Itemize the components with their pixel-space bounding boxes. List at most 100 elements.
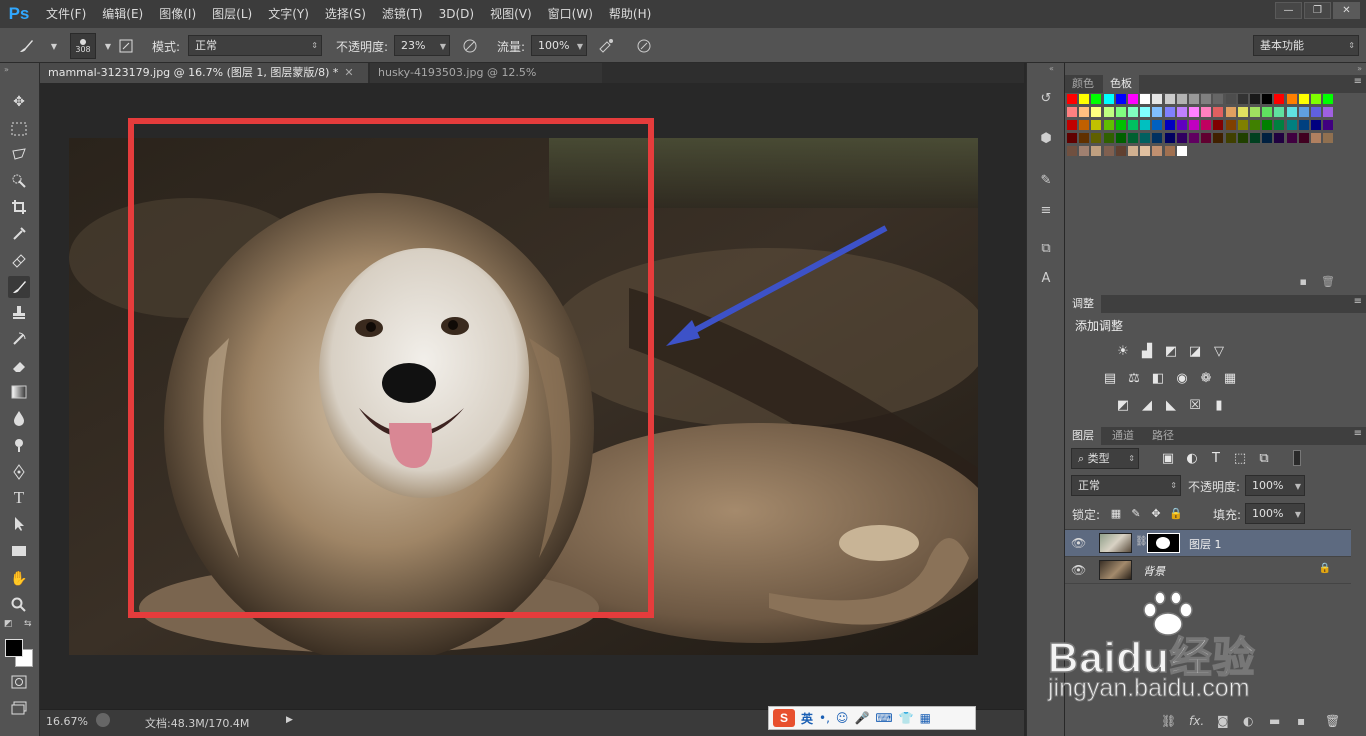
brush-presets-icon[interactable]: ≡ [1036,200,1056,220]
layer-name[interactable]: 图层 1 [1189,536,1222,552]
tab-paths[interactable]: 路径 [1145,427,1181,445]
color-swatch[interactable] [1225,107,1236,117]
color-swatch[interactable] [1323,133,1334,143]
document-info[interactable]: 文档:48.3M/170.4M [145,715,249,731]
filter-type-icon[interactable]: T [1207,450,1225,466]
color-swatch[interactable] [1152,94,1163,104]
share-icon[interactable] [96,713,110,727]
close-button[interactable]: ✕ [1333,2,1360,19]
filter-pixel-icon[interactable]: ▣ [1159,450,1177,466]
color-swatch[interactable] [1176,107,1187,117]
color-swatch[interactable] [1213,107,1224,117]
color-swatch[interactable] [1067,133,1077,143]
color-swatch[interactable] [1176,146,1187,156]
tab-channels[interactable]: 通道 [1105,427,1141,445]
color-swatch[interactable] [1250,107,1260,117]
color-swatch[interactable] [1250,120,1260,130]
color-swatch[interactable] [1237,107,1248,117]
color-swatch[interactable] [1298,94,1309,104]
color-swatch[interactable] [1250,94,1260,104]
microphone-icon[interactable]: 🎤 [854,711,869,725]
color-swatch[interactable] [1164,107,1175,117]
color-swatch[interactable] [1091,107,1102,117]
character-panel-icon[interactable]: A [1036,268,1056,288]
keyboard-icon[interactable]: ⌨ [875,711,892,725]
panel-menu-icon[interactable]: ≡ [1354,76,1362,87]
color-swatch[interactable] [1189,133,1199,143]
color-swatch[interactable] [1250,133,1260,143]
filter-toggle[interactable] [1293,450,1301,466]
color-swatch[interactable] [1201,120,1212,130]
status-menu-arrow-icon[interactable]: ▶ [286,715,293,725]
color-swatch[interactable] [1189,120,1199,130]
new-layer-icon[interactable]: ▪ [1297,714,1305,728]
color-swatch[interactable] [1189,107,1199,117]
ime-mode-label[interactable]: 英 [801,710,813,727]
lock-image-icon[interactable]: ✎ [1127,505,1145,521]
color-swatch[interactable] [1225,133,1236,143]
color-swatch[interactable] [1274,94,1285,104]
color-swatch[interactable] [1128,94,1138,104]
color-swatch[interactable] [1152,107,1163,117]
color-swatch[interactable] [1286,120,1297,130]
photo-filter-icon[interactable]: ◉ [1173,370,1191,386]
link-layers-icon[interactable]: ⛓ [1161,714,1176,728]
color-swatch[interactable] [1176,133,1187,143]
color-swatch[interactable] [1091,94,1102,104]
color-swatch[interactable] [1115,146,1126,156]
color-swatch[interactable] [1298,120,1309,130]
color-swatch[interactable] [1103,94,1114,104]
restore-button[interactable]: ❐ [1304,2,1331,19]
color-swatch[interactable] [1128,107,1138,117]
color-swatch[interactable] [1140,133,1151,143]
black-white-icon[interactable]: ◧ [1149,370,1167,386]
color-swatch[interactable] [1225,94,1236,104]
color-swatch[interactable] [1103,133,1114,143]
brush-panel-icon[interactable]: ✎ [1036,170,1056,190]
color-swatch[interactable] [1103,120,1114,130]
color-swatch[interactable] [1311,133,1321,143]
workspace-select[interactable]: 基本功能 ⇕ [1253,35,1359,56]
color-swatch[interactable] [1140,94,1151,104]
layer-name[interactable]: 背景 [1143,563,1165,579]
color-swatch[interactable] [1262,94,1273,104]
color-swatch[interactable] [1140,146,1151,156]
color-swatch[interactable] [1323,107,1334,117]
color-swatch[interactable] [1079,133,1090,143]
color-swatch[interactable] [1274,107,1285,117]
color-swatch[interactable] [1128,120,1138,130]
layer-mask-thumbnail[interactable] [1147,533,1180,553]
color-swatch[interactable] [1237,94,1248,104]
color-swatch[interactable] [1213,120,1224,130]
color-swatch[interactable] [1067,94,1077,104]
color-swatch[interactable] [1128,146,1138,156]
trash-icon[interactable]: 🗑 [1321,275,1335,288]
color-swatch[interactable] [1152,133,1163,143]
color-swatch[interactable] [1115,107,1126,117]
emoji-icon[interactable]: ☺ [836,711,849,725]
layer-kind-filter[interactable]: ⌕ 类型 ⇕ [1071,448,1139,469]
chevron-down-icon[interactable]: ▼ [1295,477,1301,496]
color-swatch[interactable] [1164,133,1175,143]
color-swatch[interactable] [1286,94,1297,104]
color-swatch[interactable] [1286,107,1297,117]
color-swatch[interactable] [1201,94,1212,104]
color-swatch[interactable] [1091,133,1102,143]
lock-position-icon[interactable]: ✥ [1147,505,1165,521]
color-swatch[interactable] [1152,120,1163,130]
color-swatch[interactable] [1164,146,1175,156]
fill-input[interactable]: 100% ▼ [1245,503,1305,524]
tab-adjustments[interactable]: 调整 [1065,295,1101,313]
tab-layers[interactable]: 图层 [1065,427,1101,445]
color-swatch[interactable] [1091,120,1102,130]
zoom-level[interactable]: 16.67% [46,715,88,728]
threshold-icon[interactable]: ◣ [1162,397,1180,413]
toolbox-icon[interactable]: ▦ [920,711,931,725]
color-swatch[interactable] [1201,133,1212,143]
color-swatch[interactable] [1274,133,1285,143]
color-swatch[interactable] [1103,146,1114,156]
color-swatch[interactable] [1115,120,1126,130]
color-swatch[interactable] [1201,107,1212,117]
posterize-icon[interactable]: ◢ [1138,397,1156,413]
color-swatch[interactable] [1067,146,1077,156]
